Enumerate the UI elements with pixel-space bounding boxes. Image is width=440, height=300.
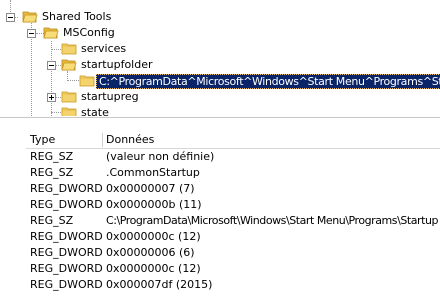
list-row[interactable]: REG_SZ .CommonStartup [26, 165, 440, 181]
registry-editor: Shared Tools MSConfig services startupfo… [0, 0, 440, 300]
cell-data: 0x0000000b (11) [106, 198, 202, 211]
list-row[interactable]: REG_DWORD 0x00000006 (6) [26, 245, 440, 261]
tree-node-startupreg[interactable]: startupreg [0, 89, 200, 105]
folder-open-icon [22, 11, 38, 23]
list-row[interactable]: REG_DWORD 0x00000007 (7) [26, 181, 440, 197]
tree-node-shared-tools[interactable]: Shared Tools [0, 9, 200, 25]
tree-node-label: Shared Tools [42, 10, 112, 23]
folder-icon [61, 107, 77, 116]
folder-icon [61, 91, 77, 103]
folder-open-icon [43, 27, 59, 39]
cell-data: C:\ProgramData\Microsoft\Windows\Start M… [106, 214, 438, 227]
plus-expander-icon[interactable] [47, 93, 56, 102]
tree-node-msconfig[interactable]: MSConfig [0, 25, 200, 41]
cell-data: 0x00000007 (7) [106, 182, 195, 195]
cell-data: 0x000007df (2015) [106, 278, 213, 291]
cell-data: 0x0000000c (12) [106, 230, 201, 243]
tree-node-label: MSConfig [63, 26, 115, 39]
folder-icon [61, 43, 77, 55]
cell-type: REG_DWORD [30, 262, 103, 275]
tree-node-label: services [81, 42, 127, 55]
cell-data: (valeur non définie) [106, 150, 215, 163]
minus-expander-icon[interactable] [47, 61, 56, 70]
tree-node-label: startupreg [81, 90, 139, 103]
list-row[interactable]: REG_SZ C:\ProgramData\Microsoft\Windows\… [26, 213, 440, 229]
cell-data: 0x00000006 (6) [106, 246, 195, 259]
cell-type: REG_SZ [30, 214, 74, 227]
minus-expander-icon[interactable] [6, 13, 15, 22]
list-row[interactable]: REG_DWORD 0x000007df (2015) [26, 277, 440, 293]
tree-node-startupfolder[interactable]: startupfolder [0, 57, 200, 73]
list-row[interactable]: REG_DWORD 0x0000000c (12) [26, 261, 440, 277]
tree-node-startup-path[interactable]: C:^ProgramData^Microsoft^Windows^Start M… [0, 73, 440, 89]
tree-node-state[interactable]: state [0, 105, 200, 116]
registry-key-tree[interactable]: Shared Tools MSConfig services startupfo… [0, 0, 440, 116]
list-row[interactable]: REG_DWORD 0x0000000c (12) [26, 229, 440, 245]
cell-type: REG_DWORD [30, 198, 103, 211]
cell-data: .CommonStartup [106, 166, 200, 179]
registry-values-list[interactable]: Type Données REG_SZ (valeur non définie)… [0, 128, 440, 300]
cell-type: REG_DWORD [30, 246, 103, 259]
list-header: Type Données [26, 132, 440, 149]
cell-data: 0x0000000c (12) [106, 262, 201, 275]
pane-splitter[interactable] [0, 117, 440, 128]
folder-open-icon [61, 59, 77, 71]
cell-type: REG_DWORD [30, 230, 103, 243]
tree-node-label-selected: C:^ProgramData^Microsoft^Windows^Start M… [96, 74, 440, 89]
list-row[interactable]: REG_DWORD 0x0000000b (11) [26, 197, 440, 213]
cell-type: REG_SZ [30, 166, 74, 179]
cell-type: REG_DWORD [30, 182, 103, 195]
column-header-type[interactable]: Type [26, 132, 102, 148]
tree-node-label: state [81, 106, 109, 116]
cell-type: REG_SZ [30, 150, 74, 163]
column-header-data[interactable]: Données [102, 132, 436, 148]
tree-node-label: startupfolder [81, 58, 153, 71]
tree-node-services[interactable]: services [0, 41, 200, 57]
list-row[interactable]: REG_SZ (valeur non définie) [26, 149, 440, 165]
folder-icon [79, 75, 95, 87]
minus-expander-icon[interactable] [27, 29, 36, 38]
cell-type: REG_DWORD [30, 278, 103, 291]
